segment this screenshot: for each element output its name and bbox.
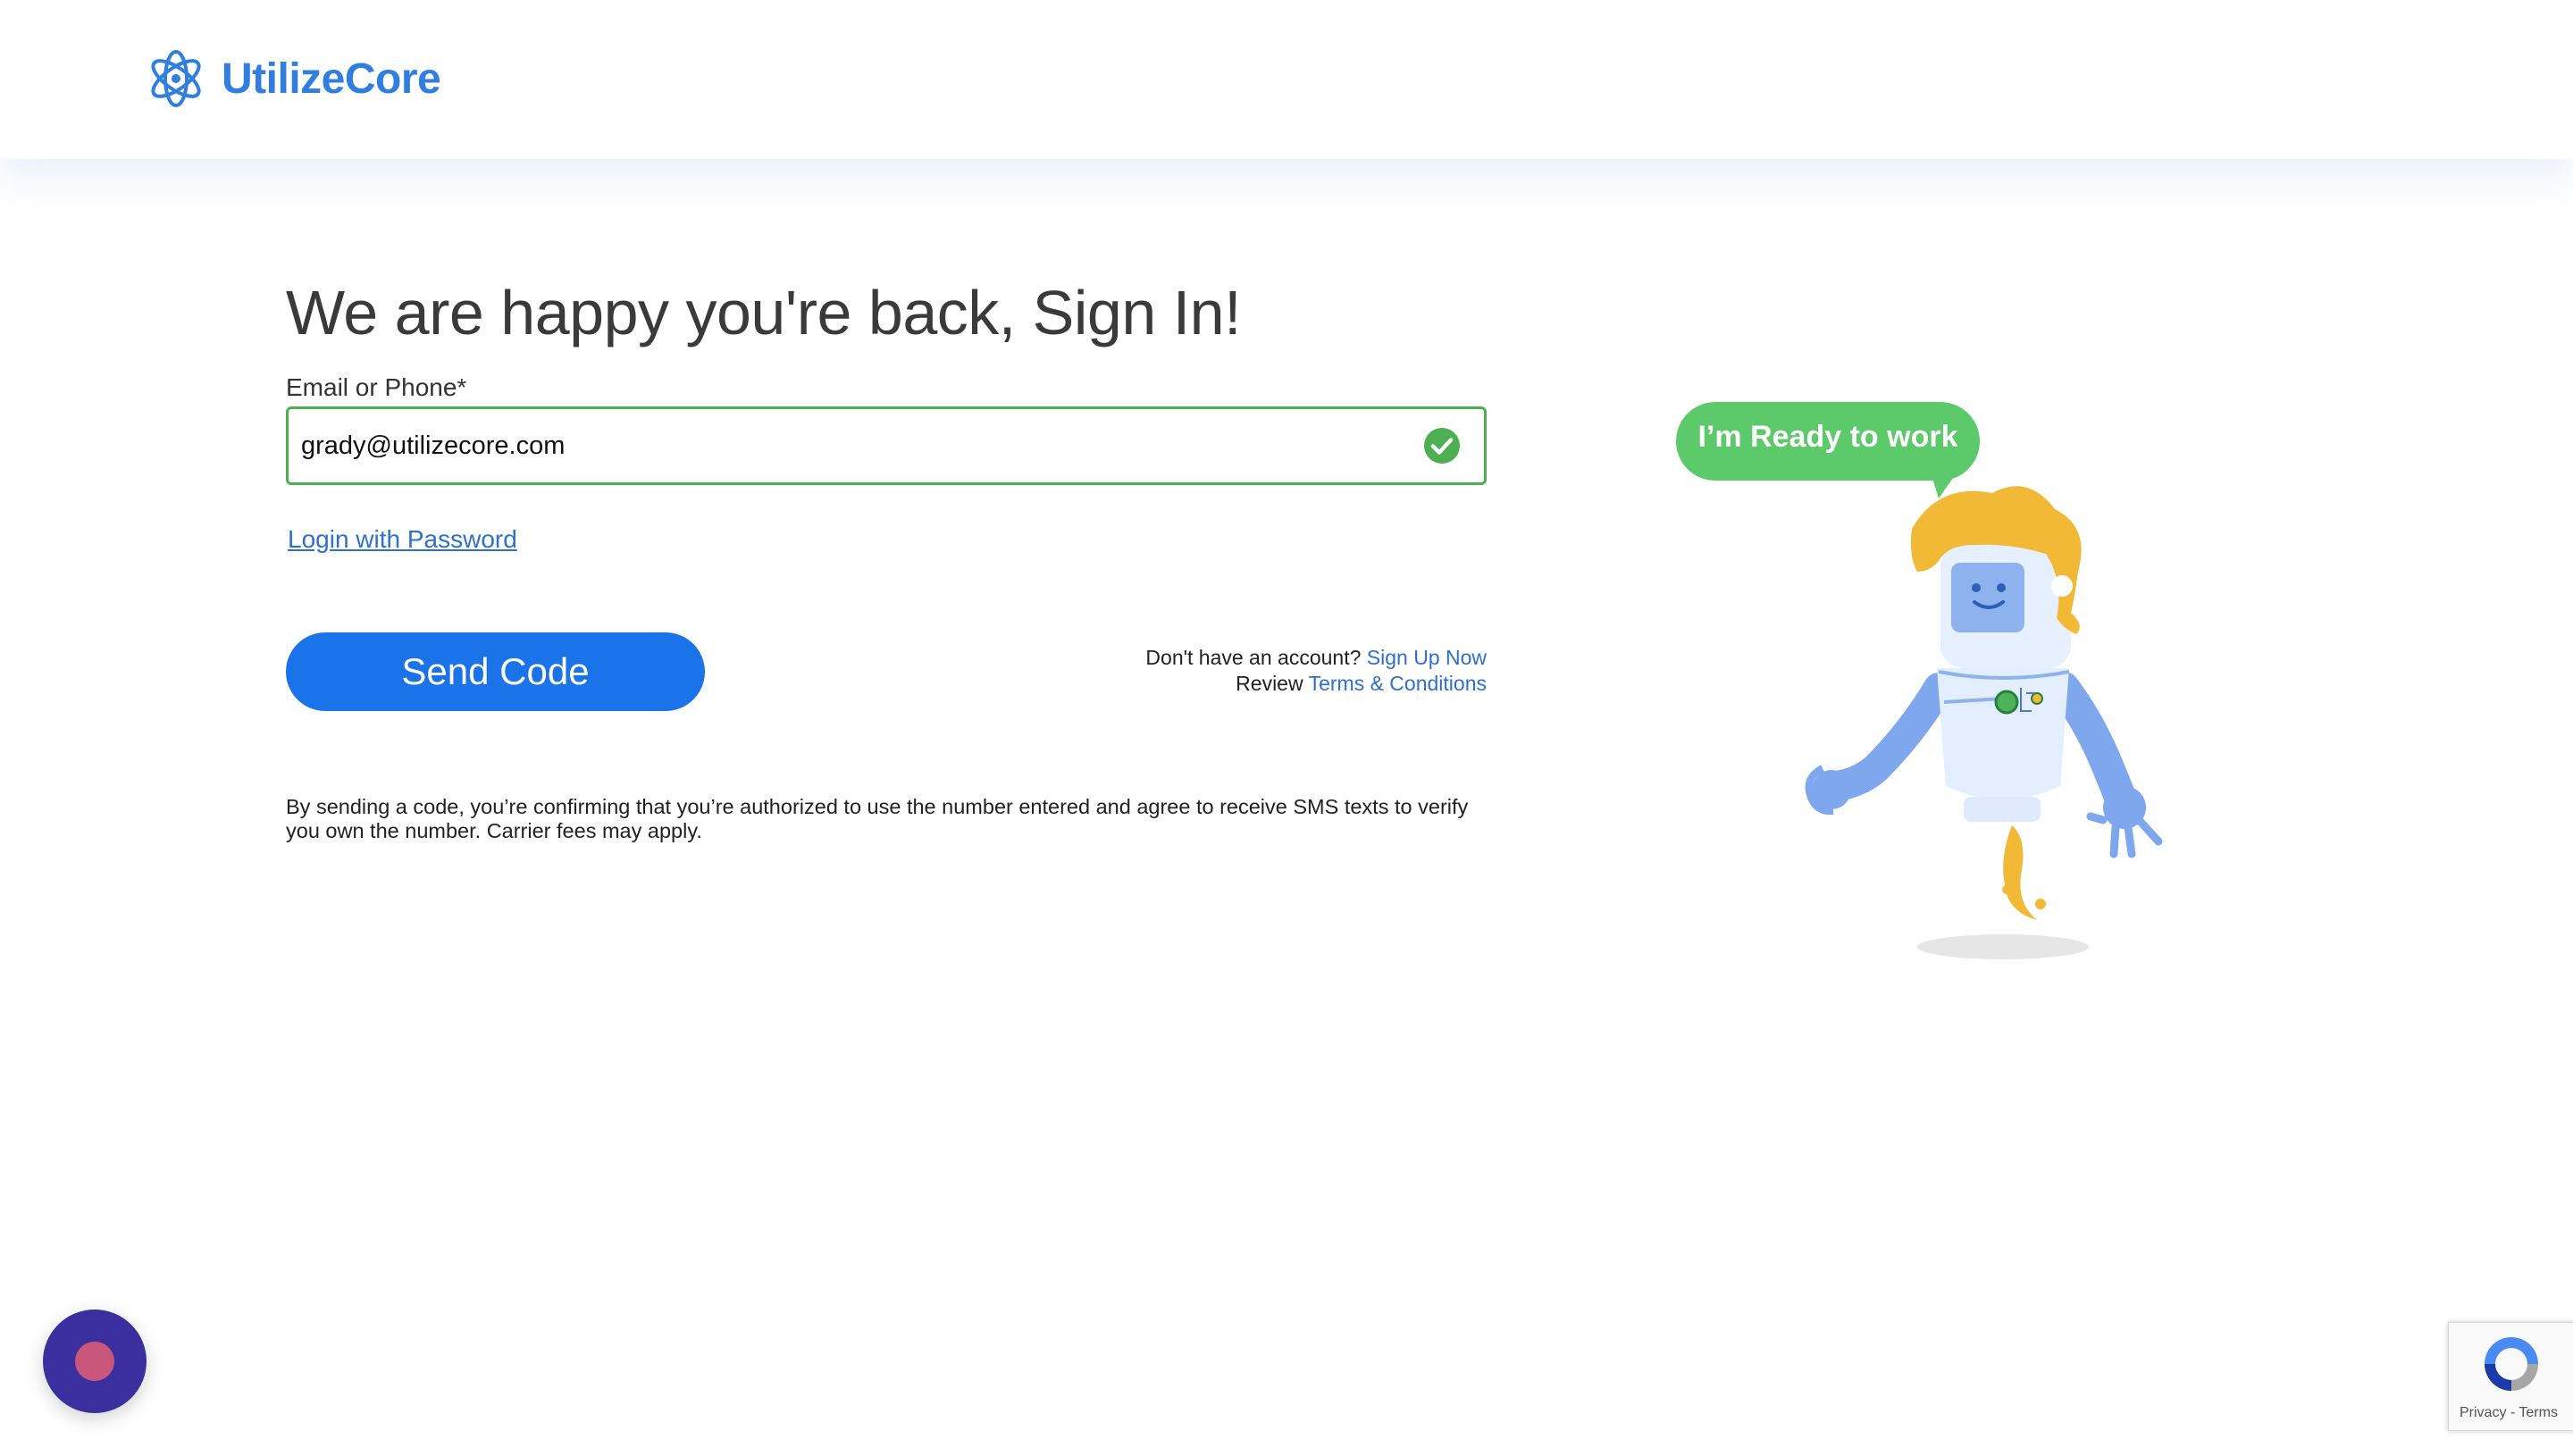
terms-row: Review Terms & Conditions — [1145, 671, 1487, 697]
no-account-text: Don't have an account? — [1145, 646, 1362, 669]
send-code-button[interactable]: Send Code — [286, 632, 705, 711]
page-title: We are happy you're back, Sign In! — [286, 278, 1242, 347]
recaptcha-links[interactable]: Privacy - Terms — [2460, 1405, 2558, 1421]
sign-up-link[interactable]: Sign Up Now — [1367, 646, 1487, 669]
review-text: Review — [1236, 672, 1303, 695]
terms-link[interactable]: Terms & Conditions — [1309, 672, 1487, 695]
brand-name: UtilizeCore — [222, 54, 441, 103]
account-links: Don't have an account? Sign Up Now Revie… — [1145, 645, 1487, 697]
login-with-password-link[interactable]: Login with Password — [288, 525, 517, 554]
recaptcha-badge[interactable]: Privacy - Terms — [2448, 1322, 2573, 1431]
email-phone-input[interactable] — [301, 409, 1400, 482]
atom-logo-icon — [151, 50, 201, 107]
sms-disclaimer: By sending a code, you’re confirming tha… — [286, 795, 1469, 842]
recaptcha-icon — [2485, 1337, 2538, 1391]
valid-check-icon — [1424, 428, 1460, 464]
speech-bubble-text: I’m Ready to work — [1697, 420, 1958, 454]
email-phone-label: Email or Phone* — [286, 373, 467, 401]
chat-launcher-button[interactable] — [43, 1310, 147, 1413]
top-header: UtilizeCore — [0, 0, 2573, 159]
chat-launcher-icon — [75, 1342, 114, 1381]
brand-logo[interactable]: UtilizeCore — [145, 45, 441, 113]
signup-row: Don't have an account? Sign Up Now — [1145, 645, 1487, 671]
robot-illustration — [1676, 402, 2163, 959]
email-phone-field-wrapper — [286, 406, 1487, 485]
